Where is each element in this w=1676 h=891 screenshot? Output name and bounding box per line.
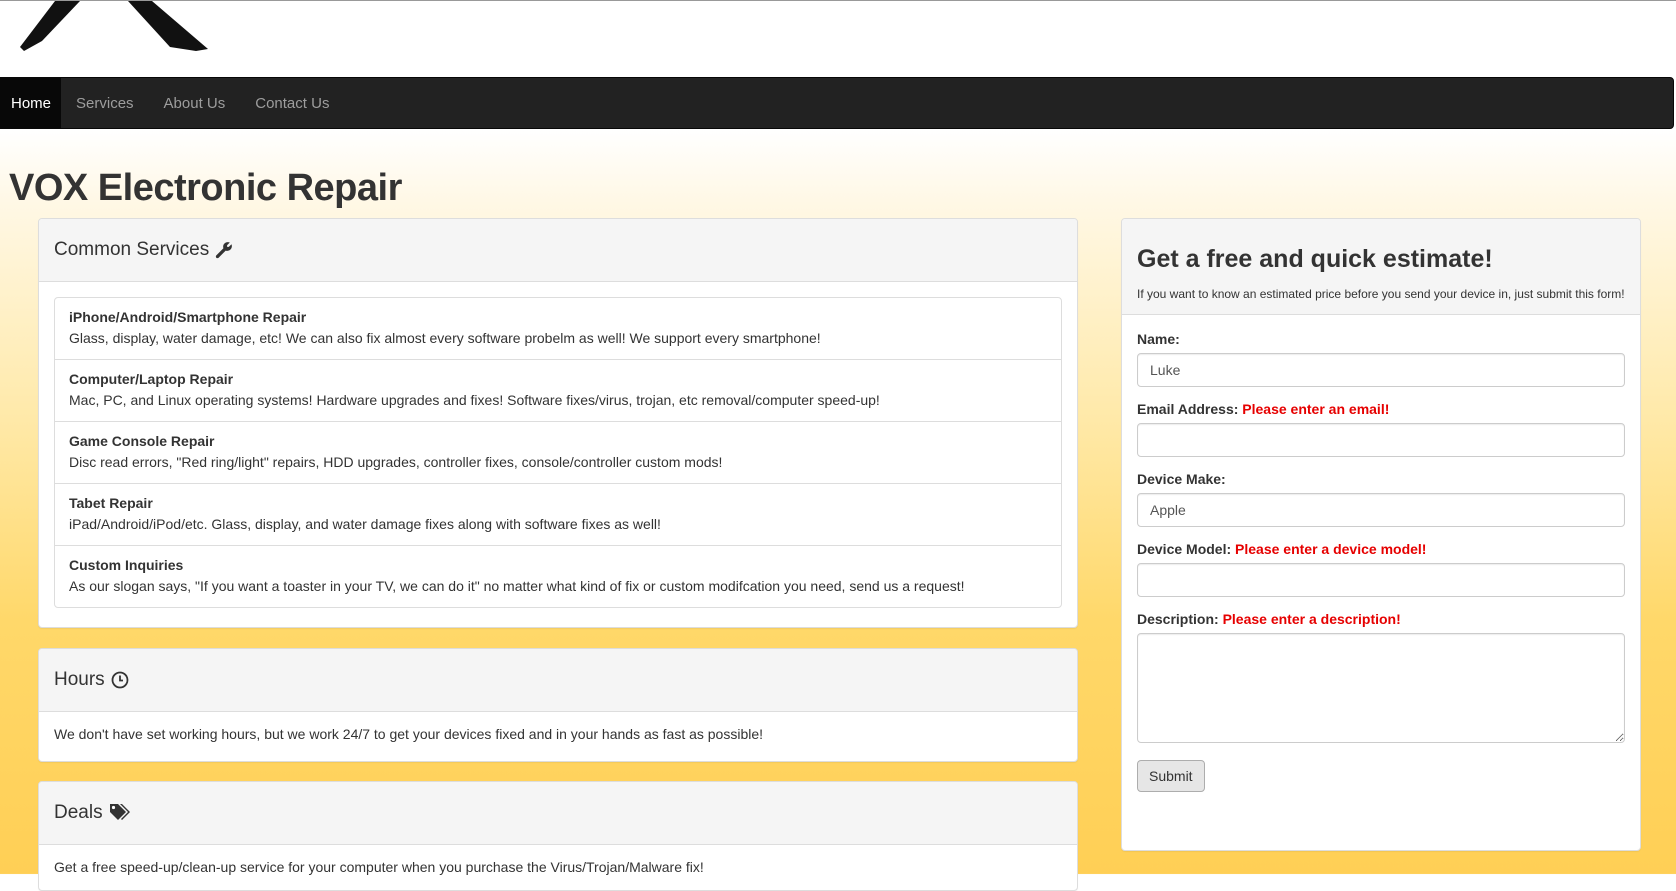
services-panel-body: iPhone/Android/Smartphone Repair Glass, … <box>39 282 1077 623</box>
device-model-input[interactable] <box>1137 563 1625 597</box>
service-desc: As our slogan says, "If you want a toast… <box>69 578 965 594</box>
wrench-icon <box>215 241 233 259</box>
description-textarea[interactable] <box>1137 633 1625 743</box>
service-desc: Mac, PC, and Linux operating systems! Ha… <box>69 392 880 408</box>
name-group: Name: <box>1137 331 1625 387</box>
hours-heading: Hours <box>54 669 105 690</box>
nav-contact-us[interactable]: Contact Us <box>240 78 344 128</box>
hours-text: We don't have set working hours, but we … <box>54 726 764 742</box>
device-make-label: Device Make: <box>1137 471 1226 487</box>
service-title: Custom Inquiries <box>69 557 184 573</box>
description-error: Please enter a description! <box>1222 611 1401 627</box>
logo-chevron-icon[interactable] <box>10 1 210 55</box>
list-item: Custom Inquiries As our slogan says, "If… <box>55 546 1061 607</box>
email-group: Email Address: Please enter an email! <box>1137 401 1625 457</box>
main-navbar: Home Services About Us Contact Us <box>0 77 1674 129</box>
clock-icon <box>111 671 129 689</box>
list-item: Tabet Repair iPad/Android/iPod/etc. Glas… <box>55 484 1061 546</box>
deals-panel-body: Get a free speed-up/clean-up service for… <box>39 845 1077 889</box>
deals-panel-heading: Deals <box>39 782 1077 845</box>
deals-text: Get a free speed-up/clean-up service for… <box>54 859 704 875</box>
device-make-input[interactable] <box>1137 493 1625 527</box>
list-item: Computer/Laptop Repair Mac, PC, and Linu… <box>55 360 1061 422</box>
email-input[interactable] <box>1137 423 1625 457</box>
service-title: iPhone/Android/Smartphone Repair <box>69 309 307 325</box>
device-model-error: Please enter a device model! <box>1235 541 1427 557</box>
hours-panel-heading: Hours <box>39 649 1077 712</box>
description-label: Description: Please enter a description! <box>1137 611 1401 627</box>
deals-heading: Deals <box>54 802 103 823</box>
service-desc: Glass, display, water damage, etc! We ca… <box>69 330 821 346</box>
device-make-group: Device Make: <box>1137 471 1625 527</box>
hours-panel-body: We don't have set working hours, but we … <box>39 712 1077 756</box>
estimate-subtitle: If you want to know an estimated price b… <box>1137 287 1625 301</box>
service-desc: iPad/Android/iPod/etc. Glass, display, a… <box>69 516 661 532</box>
device-model-group: Device Model: Please enter a device mode… <box>1137 541 1625 597</box>
estimate-panel-heading: Get a free and quick estimate! If you wa… <box>1122 219 1640 315</box>
nav-home[interactable]: Home <box>1 78 62 128</box>
name-label: Name: <box>1137 331 1180 347</box>
deals-panel: Deals Get a free speed-up/clean-up servi… <box>38 781 1078 891</box>
hours-panel: Hours We don't have set working hours, b… <box>38 648 1078 762</box>
submit-button[interactable]: Submit <box>1137 760 1205 792</box>
services-panel-heading: Common Services <box>39 219 1077 282</box>
nav-about-us[interactable]: About Us <box>149 78 241 128</box>
estimate-panel: Get a free and quick estimate! If you wa… <box>1121 218 1641 851</box>
name-input[interactable] <box>1137 353 1625 387</box>
list-item: iPhone/Android/Smartphone Repair Glass, … <box>55 298 1061 360</box>
services-heading: Common Services <box>54 239 210 260</box>
service-title: Computer/Laptop Repair <box>69 371 234 387</box>
email-error: Please enter an email! <box>1242 401 1390 417</box>
email-label: Email Address: Please enter an email! <box>1137 401 1390 417</box>
device-model-label: Device Model: Please enter a device mode… <box>1137 541 1427 557</box>
page-title: VOX Electronic Repair <box>9 167 402 209</box>
service-title: Tabet Repair <box>69 495 153 511</box>
list-item: Game Console Repair Disc read errors, "R… <box>55 422 1061 484</box>
service-title: Game Console Repair <box>69 433 215 449</box>
services-list: iPhone/Android/Smartphone Repair Glass, … <box>54 297 1062 608</box>
header-bar <box>0 0 1676 77</box>
tags-icon <box>109 803 133 823</box>
nav-services[interactable]: Services <box>61 78 149 128</box>
service-desc: Disc read errors, "Red ring/light" repai… <box>69 454 723 470</box>
services-panel: Common Services iPhone/Android/Smartphon… <box>38 218 1078 628</box>
estimate-form: Name: Email Address: Please enter an ema… <box>1122 315 1640 807</box>
description-group: Description: Please enter a description! <box>1137 611 1625 746</box>
estimate-title: Get a free and quick estimate! <box>1137 245 1493 273</box>
